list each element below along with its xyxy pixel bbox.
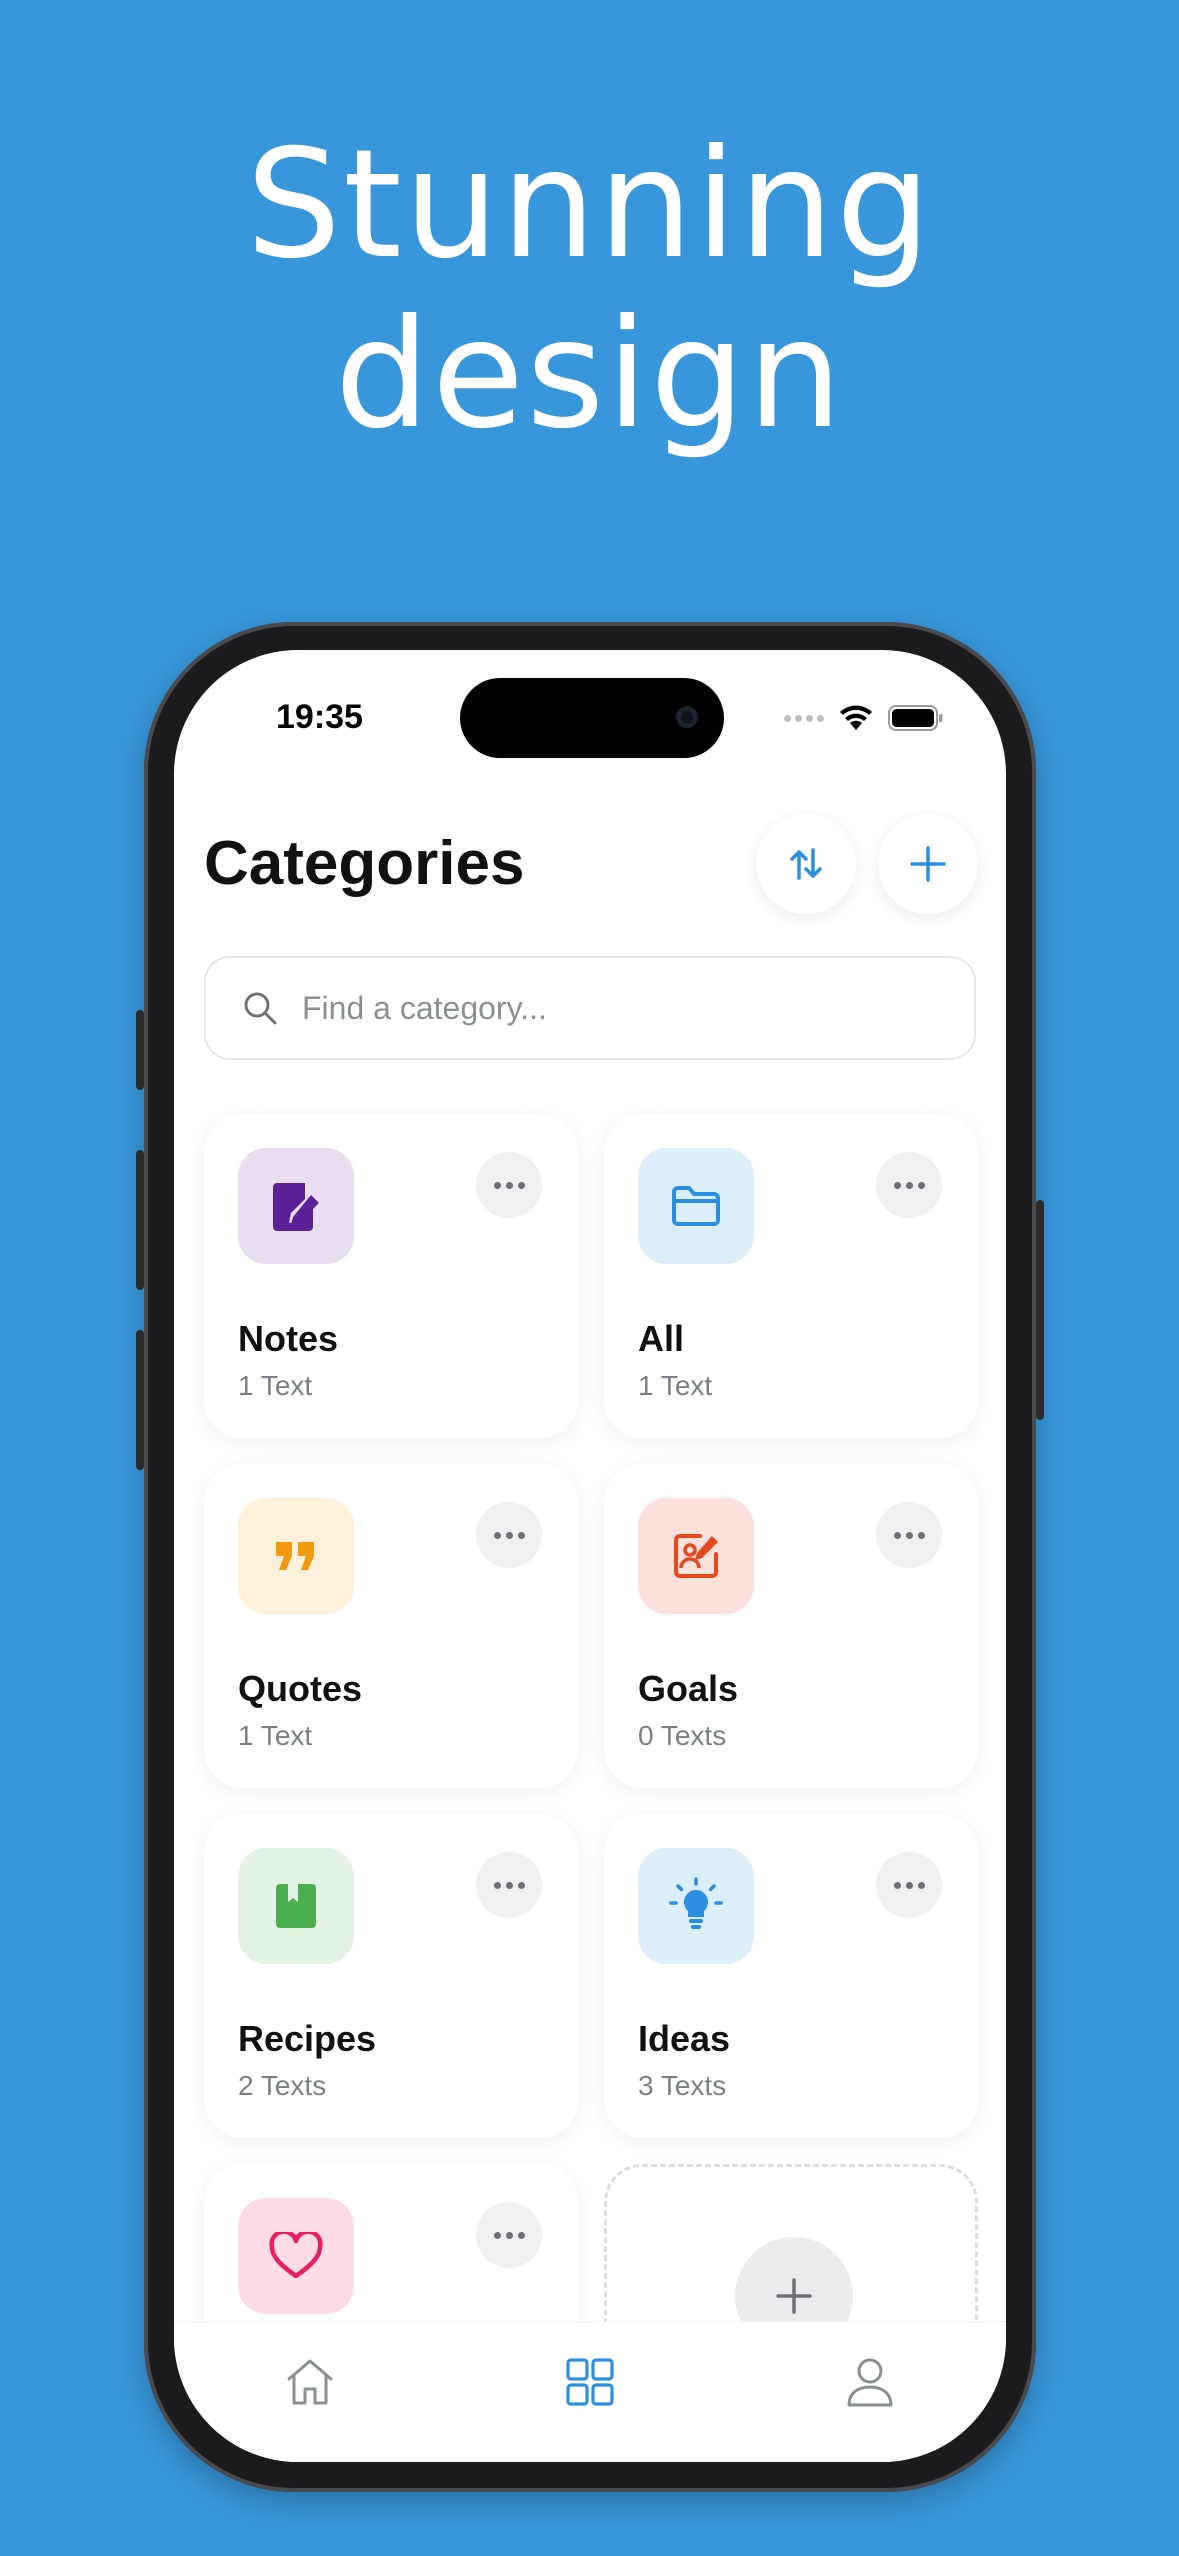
lightbulb-icon bbox=[669, 1877, 723, 1929]
category-card-recipes[interactable]: Recipes 2 Texts bbox=[204, 1814, 578, 2138]
status-icons bbox=[784, 698, 944, 738]
category-icon-tile bbox=[238, 1848, 354, 1964]
action-button bbox=[136, 1010, 144, 1090]
tab-home[interactable] bbox=[280, 2352, 340, 2412]
status-time: 19:35 bbox=[276, 698, 363, 736]
more-options-button[interactable] bbox=[476, 1502, 542, 1568]
category-name: All bbox=[638, 1318, 685, 1359]
tab-profile[interactable] bbox=[840, 2352, 900, 2412]
power-button bbox=[1036, 1200, 1044, 1420]
category-card-all[interactable]: All 1 Text bbox=[604, 1114, 978, 1438]
category-count: 2 Texts bbox=[238, 2070, 327, 2101]
category-card-goals[interactable]: Goals 0 Texts bbox=[604, 1464, 978, 1788]
dynamic-island bbox=[460, 678, 724, 758]
folder-icon bbox=[672, 1186, 720, 1226]
plus-icon bbox=[910, 846, 946, 882]
category-icon-tile bbox=[238, 2198, 354, 2314]
sort-button[interactable] bbox=[756, 814, 856, 914]
volume-up-button bbox=[136, 1150, 144, 1290]
category-card-ideas[interactable]: Ideas 3 Texts bbox=[604, 1814, 978, 2138]
category-icon-tile bbox=[638, 1848, 754, 1964]
category-count: 1 Text bbox=[238, 1720, 313, 1751]
category-icon-tile bbox=[238, 1498, 354, 1614]
heart-icon bbox=[269, 2232, 323, 2279]
note-edit-icon bbox=[273, 1183, 319, 1231]
plus-icon bbox=[776, 2278, 812, 2314]
phone-screen: 19:35 Categories Find a category... Note… bbox=[174, 650, 1006, 2462]
battery-icon bbox=[888, 705, 943, 731]
category-count: 1 Text bbox=[638, 1370, 713, 1401]
home-icon bbox=[287, 2359, 333, 2405]
page-title: Categories bbox=[204, 829, 525, 898]
category-icon-tile bbox=[638, 1148, 754, 1264]
volume-down-button bbox=[136, 1330, 144, 1470]
profile-icon bbox=[847, 2358, 893, 2407]
category-icon-tile bbox=[238, 1148, 354, 1264]
search-bar[interactable] bbox=[204, 956, 976, 1060]
signal-icon bbox=[784, 714, 824, 722]
more-options-button[interactable] bbox=[476, 1852, 542, 1918]
search-input[interactable] bbox=[300, 988, 904, 1028]
headline: Stunning design bbox=[0, 120, 1179, 460]
sort-arrows-icon bbox=[790, 848, 822, 880]
search-icon bbox=[244, 992, 277, 1025]
book-icon bbox=[276, 1884, 316, 1928]
category-icon-tile bbox=[638, 1498, 754, 1614]
more-options-button[interactable] bbox=[876, 1152, 942, 1218]
category-name: Goals bbox=[638, 1668, 739, 1709]
quote-icon bbox=[276, 1542, 314, 1570]
more-options-button[interactable] bbox=[876, 1852, 942, 1918]
category-name: Recipes bbox=[238, 2018, 377, 2059]
category-name: Quotes bbox=[238, 1668, 363, 1709]
category-count: 0 Texts bbox=[638, 1720, 727, 1751]
goal-icon bbox=[674, 1534, 718, 1578]
more-options-button[interactable] bbox=[476, 1152, 542, 1218]
tab-bar bbox=[174, 2321, 1006, 2462]
add-category-button[interactable] bbox=[878, 814, 978, 914]
category-card-quotes[interactable]: Quotes 1 Text bbox=[204, 1464, 578, 1788]
more-options-button[interactable] bbox=[476, 2202, 542, 2268]
category-name: Notes bbox=[238, 1318, 339, 1359]
headline-line-1: Stunning bbox=[245, 118, 934, 292]
more-options-button[interactable] bbox=[876, 1502, 942, 1568]
category-count: 3 Texts bbox=[638, 2070, 727, 2101]
headline-line-2: design bbox=[334, 288, 845, 462]
grid-icon bbox=[566, 2358, 614, 2406]
category-count: 1 Text bbox=[238, 1370, 313, 1401]
category-card-notes[interactable]: Notes 1 Text bbox=[204, 1114, 578, 1438]
category-name: Ideas bbox=[638, 2018, 731, 2059]
wifi-icon bbox=[840, 705, 872, 730]
tab-categories[interactable] bbox=[560, 2352, 620, 2412]
